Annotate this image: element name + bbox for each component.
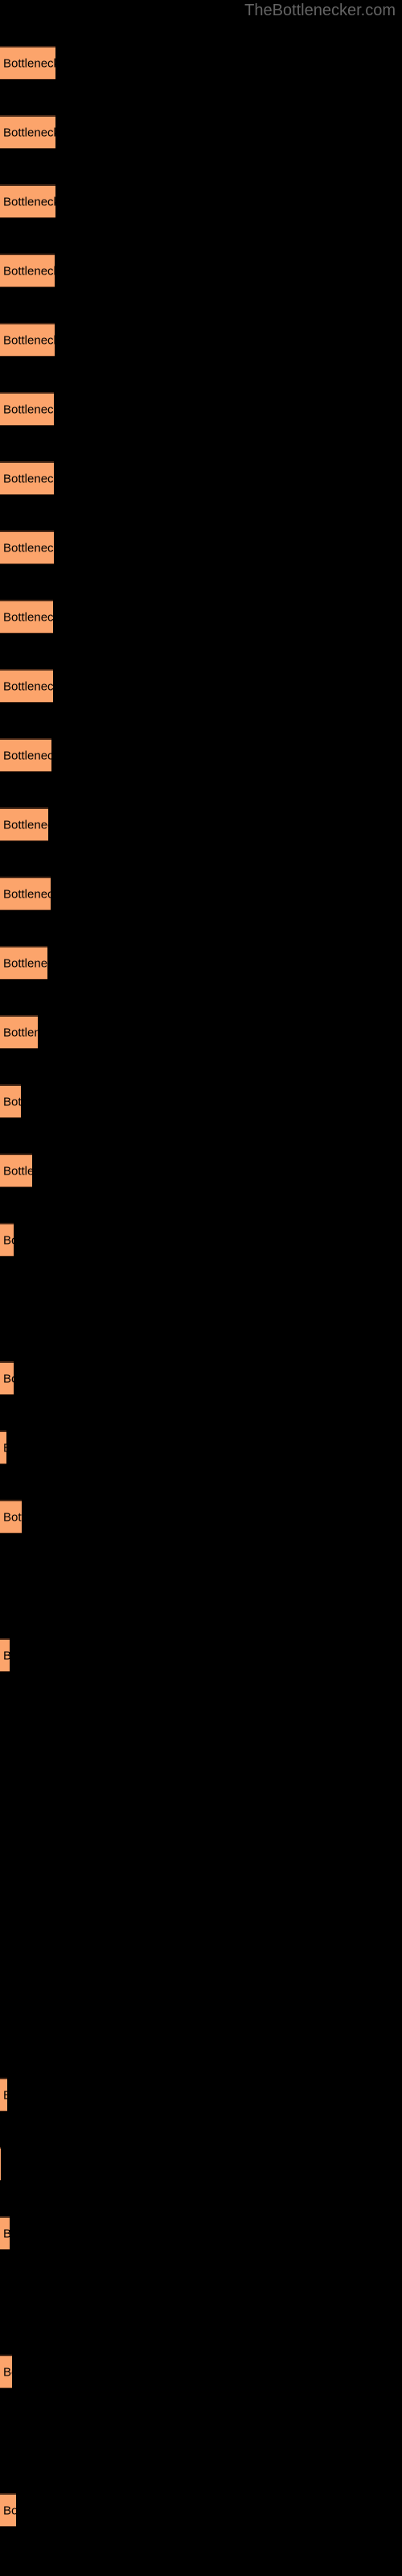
bar: Bottleneck result <box>0 1154 32 1187</box>
bar-label: Bottleneck result <box>3 126 55 139</box>
bar-label: Bottleneck result <box>3 264 55 278</box>
bar: Bottleneck result <box>0 1223 14 1257</box>
bar-label: Bottleneck result <box>3 818 48 832</box>
bar: Bottleneck result <box>0 877 51 910</box>
bar-label: Bottleneck result <box>3 2088 7 2102</box>
bar: Bottleneck result <box>0 115 55 149</box>
bar: Bottleneck result <box>0 807 48 841</box>
bar: Bottleneck result <box>0 600 53 634</box>
bar: Bottleneck result <box>0 1430 6 1464</box>
bar: Bottleneck result <box>0 2078 7 2112</box>
bar: Bottleneck result <box>0 1361 14 1395</box>
bar-label: Bottleneck result <box>3 887 51 901</box>
bar-label: Bottleneck result <box>3 1441 6 1455</box>
bar: Bottleneck result <box>0 738 51 772</box>
bar-label: Bottleneck result <box>3 1164 32 1178</box>
bar: Bottleneck result <box>0 2216 10 2250</box>
bar: Bottleneck result <box>0 1084 21 1118</box>
bar-label: Bottleneck result <box>3 333 55 347</box>
bar-label: Bottleneck result <box>3 956 47 970</box>
bar: Bottleneck result <box>0 2493 16 2527</box>
bar-label: Bottleneck result <box>3 2504 16 2517</box>
bar-chart: TheBottlenecker.com Bottleneck resultBot… <box>0 0 402 2576</box>
bar-label: Bottleneck result <box>3 1026 38 1039</box>
bar-label: Bottleneck result <box>3 679 53 693</box>
bar: Bottleneck result <box>0 392 54 426</box>
bar-label: Bottleneck result <box>3 1233 14 1247</box>
bar-label: Bottleneck result <box>3 2365 12 2379</box>
bar-label: Bottleneck result <box>3 1095 21 1108</box>
bar-label: Bottleneck result <box>3 1510 22 1524</box>
bar-label: Bottleneck result <box>3 610 53 624</box>
bar-label: Bottleneck result <box>3 1649 10 1662</box>
bar-label: Bottleneck result <box>3 56 55 70</box>
bar-label: Bottleneck result <box>3 402 54 416</box>
bar: Bottleneck result <box>0 946 47 980</box>
bar: Bottleneck result <box>0 1500 22 1534</box>
bar: Bottleneck result <box>0 2147 1 2181</box>
bar-label: Bottleneck result <box>3 195 55 208</box>
bar: Bottleneck result <box>0 323 55 357</box>
bar: Bottleneck result <box>0 184 55 218</box>
bar-label: Bottleneck result <box>3 472 54 485</box>
bar-label: Bottleneck result <box>3 1372 14 1385</box>
bar: Bottleneck result <box>0 1638 10 1672</box>
bar-label: Bottleneck result <box>3 541 54 555</box>
bar: Bottleneck result <box>0 530 54 564</box>
bar: Bottleneck result <box>0 254 55 287</box>
bar-label: Bottleneck result <box>3 749 51 762</box>
bar: Bottleneck result <box>0 461 54 495</box>
bar: Bottleneck result <box>0 1015 38 1049</box>
bar: Bottleneck result <box>0 46 55 80</box>
bar: Bottleneck result <box>0 2355 12 2388</box>
bar-label: Bottleneck result <box>3 2227 10 2240</box>
bar: Bottleneck result <box>0 669 53 703</box>
plot-area: Bottleneck result Bottleneck result Bottle… <box>0 0 402 2576</box>
